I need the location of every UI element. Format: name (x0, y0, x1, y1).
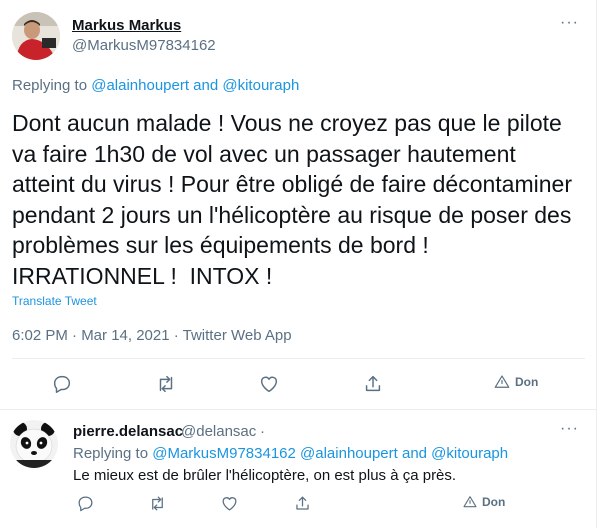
tweet-thread: Markus Markus @MarkusM97834162 ··· Reply… (0, 0, 597, 528)
like-icon (260, 376, 278, 393)
donate-button[interactable]: Don (462, 494, 505, 510)
author-handle[interactable]: @MarkusM97834162 (72, 37, 216, 54)
tweet-text-line: pendant 2 jours un l'hélicoptère au risq… (12, 201, 572, 228)
replying-to: Replying to @alainhoupert and @kitouraph (12, 77, 299, 94)
reply-icon (78, 496, 93, 512)
reply-button[interactable] (76, 494, 95, 513)
like-button[interactable] (220, 494, 239, 513)
donate-icon (494, 375, 510, 388)
avatar[interactable] (10, 420, 58, 468)
tweet-text: Le mieux est de brûler l'hélicoptère, on… (73, 467, 457, 484)
retweet-icon (159, 375, 173, 393)
tweet-text-line: problèmes sur les équipements de bord ! (12, 232, 429, 258)
replying-to-users[interactable]: @alainhoupert and @kitouraph (91, 77, 299, 94)
tweet-text-line: IRRATIONNEL ! INTOX ! (12, 262, 273, 289)
avatar-photo (12, 12, 60, 60)
author-handle[interactable]: @delansac (181, 423, 256, 440)
avatar[interactable] (12, 12, 60, 60)
divider (12, 358, 585, 359)
panda-avatar-image (10, 420, 58, 468)
donate-label: Don (482, 495, 506, 509)
replying-to: Replying to @MarkusM97834162 @alainhoupe… (73, 445, 508, 462)
reply-button[interactable] (51, 373, 73, 395)
replying-to-users[interactable]: @MarkusM97834162 @alainhoupert and @kito… (152, 445, 508, 462)
main-tweet: Markus Markus @MarkusM97834162 ··· Reply… (0, 0, 597, 409)
reply-icon (53, 375, 71, 393)
like-icon (222, 497, 237, 511)
tweet-actions: Don (0, 373, 597, 397)
more-icon[interactable]: ··· (560, 14, 579, 32)
retweet-icon (152, 496, 163, 511)
tweet-actions: Don (0, 494, 597, 514)
replying-to-label: Replying to (12, 77, 92, 94)
like-button[interactable] (258, 373, 280, 395)
translate-tweet-link[interactable]: Translate Tweet (12, 294, 97, 308)
retweet-button[interactable] (155, 373, 177, 395)
share-button[interactable] (362, 373, 384, 395)
tweet-timestamp[interactable]: 6:02 PM · Mar 14, 2021 · Twitter Web App (12, 327, 292, 344)
donate-icon (463, 496, 477, 508)
tweet-text-line: atteint du virus ! Pour être obligé de f… (12, 171, 572, 197)
more-icon[interactable]: ··· (560, 420, 579, 438)
share-icon (365, 375, 381, 392)
reply-tweet: pierre.delansac @delansac · ··· Replying… (0, 410, 597, 528)
separator: · (260, 423, 265, 440)
donate-label: Don (515, 375, 539, 389)
tweet-text: Dont aucun malade ! Vous ne croyez pas q… (12, 108, 587, 291)
replying-to-label: Replying to (73, 445, 153, 462)
share-button[interactable] (293, 494, 312, 513)
donate-button[interactable]: Don (493, 373, 538, 391)
share-icon (296, 496, 309, 510)
author-name[interactable]: pierre.delansac (73, 423, 183, 440)
tweet-text-line: Dont aucun malade ! Vous ne croyez pas q… (12, 110, 562, 136)
tweet-text-line: va faire 1h30 de vol avec un passager ha… (12, 140, 516, 167)
retweet-button[interactable] (148, 494, 167, 513)
author-name[interactable]: Markus Markus (72, 17, 181, 34)
